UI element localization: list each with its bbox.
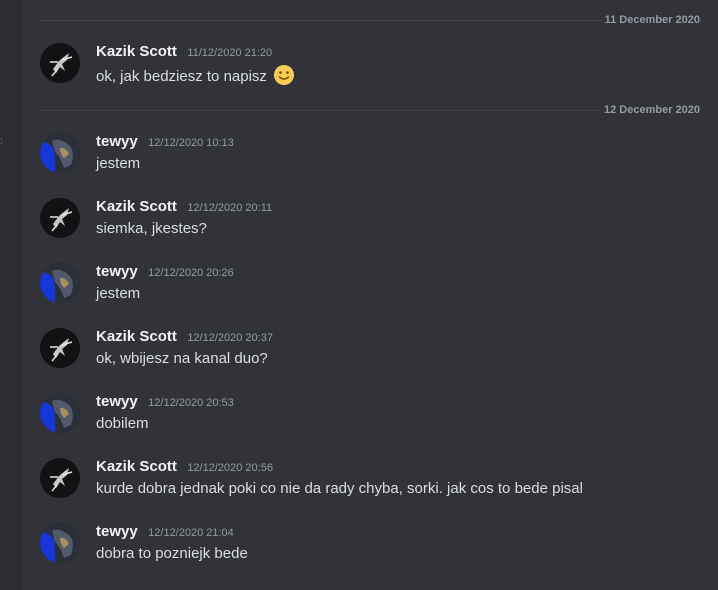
message-timestamp[interactable]: 12/12/2020 10:13 [148, 137, 234, 149]
message-content: jestem [96, 284, 140, 304]
username[interactable]: tewyy [96, 393, 138, 410]
username[interactable]: Kazik Scott [96, 198, 177, 215]
message-header: Kazik Scott 11/12/2020 21:20 [96, 43, 272, 61]
message-row-tewyy-3[interactable]: tewyy 12/12/2020 20:53 dobilem [40, 393, 702, 435]
date-divider-label: 12 December 2020 [599, 103, 700, 117]
username[interactable]: Kazik Scott [96, 328, 177, 345]
dark-avatar-icon[interactable] [40, 43, 80, 83]
message-header: tewyy 12/12/2020 20:53 [96, 393, 234, 411]
message-text: ok, wbijesz na kanal duo? [96, 350, 268, 367]
message-row-kazik-3[interactable]: Kazik Scott 12/12/2020 20:37 ok, wbijesz… [40, 328, 702, 370]
message-timestamp[interactable]: 12/12/2020 20:53 [148, 397, 234, 409]
message-content: jestem [96, 154, 140, 174]
dark-avatar-icon[interactable] [40, 198, 80, 238]
message-text: jestem [96, 285, 141, 302]
message-text: siemka, jkestes? [96, 220, 207, 237]
dark-avatar-icon[interactable] [40, 328, 80, 368]
blue-avatar-icon[interactable] [40, 393, 80, 433]
message-row-tewyy-2[interactable]: tewyy 12/12/2020 20:26 jestem [40, 263, 702, 305]
username[interactable]: Kazik Scott [96, 458, 177, 475]
message-content: ok, jak bedziesz to napisz [96, 64, 295, 87]
message-timestamp[interactable]: 12/12/2020 20:56 [187, 462, 273, 474]
message-text: dobra to pozniejk bede [96, 545, 248, 562]
sidebar-scroll-mark: : [0, 136, 3, 147]
date-divider: 12 December 2020 [40, 100, 702, 120]
message-row-tewyy-1[interactable]: tewyy 12/12/2020 10:13 jestem [40, 133, 702, 175]
message-row-kazik-1[interactable]: Kazik Scott 11/12/2020 21:20 ok, jak bed… [40, 43, 702, 85]
message-header: tewyy 12/12/2020 21:04 [96, 523, 234, 541]
message-timestamp[interactable]: 12/12/2020 20:26 [148, 267, 234, 279]
message-row-tewyy-4[interactable]: tewyy 12/12/2020 21:04 dobra to pozniejk… [40, 523, 702, 565]
message-timestamp[interactable]: 12/12/2020 21:04 [148, 527, 234, 539]
message-timestamp[interactable]: 12/12/2020 20:11 [187, 202, 272, 214]
message-content: dobra to pozniejk bede [96, 544, 248, 564]
message-header: Kazik Scott 12/12/2020 20:37 [96, 328, 273, 346]
message-timestamp[interactable]: 11/12/2020 21:20 [187, 47, 272, 59]
dark-avatar-icon[interactable] [40, 458, 80, 498]
blue-avatar-icon[interactable] [40, 133, 80, 173]
message-header: Kazik Scott 12/12/2020 20:56 [96, 458, 273, 476]
message-timestamp[interactable]: 12/12/2020 20:37 [187, 332, 273, 344]
sidebar-strip: : [0, 0, 23, 590]
username[interactable]: tewyy [96, 133, 138, 150]
date-divider: 11 December 2020 [40, 10, 702, 30]
date-divider-label: 11 December 2020 [600, 13, 700, 27]
message-content: ok, wbijesz na kanal duo? [96, 349, 268, 369]
blue-avatar-icon[interactable] [40, 263, 80, 303]
chat-messages[interactable]: 11 December 2020 Kazik Scott 11/12/2020 … [23, 0, 718, 590]
username[interactable]: tewyy [96, 523, 138, 540]
blue-avatar-icon[interactable] [40, 523, 80, 563]
message-text: ok, jak bedziesz to napisz [96, 68, 267, 85]
slightly-smiling-face-icon[interactable] [273, 64, 295, 86]
message-text: kurde dobra jednak poki co nie da rady c… [96, 480, 583, 497]
message-content: kurde dobra jednak poki co nie da rady c… [96, 479, 583, 499]
message-row-kazik-4[interactable]: Kazik Scott 12/12/2020 20:56 kurde dobra… [40, 458, 702, 500]
message-header: tewyy 12/12/2020 20:26 [96, 263, 234, 281]
message-header: Kazik Scott 12/12/2020 20:11 [96, 198, 272, 216]
message-content: dobilem [96, 414, 149, 434]
username[interactable]: tewyy [96, 263, 138, 280]
message-text: dobilem [96, 415, 149, 432]
message-row-kazik-2[interactable]: Kazik Scott 12/12/2020 20:11 siemka, jke… [40, 198, 702, 240]
username[interactable]: Kazik Scott [96, 43, 177, 60]
message-text: jestem [96, 155, 141, 172]
message-header: tewyy 12/12/2020 10:13 [96, 133, 234, 151]
message-content: siemka, jkestes? [96, 219, 207, 239]
